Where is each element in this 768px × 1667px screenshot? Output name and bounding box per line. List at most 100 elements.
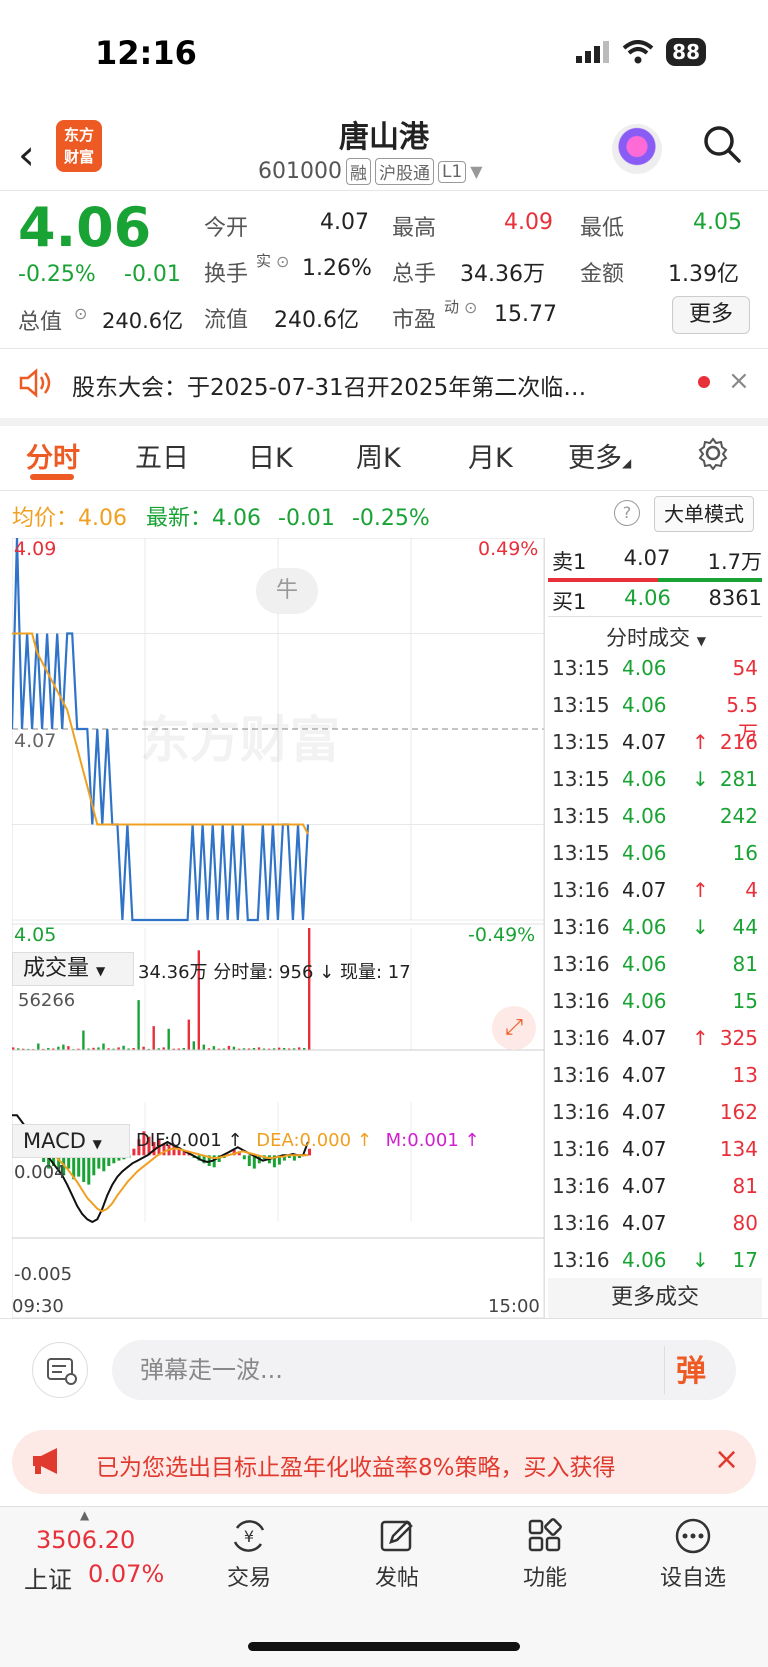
info-icon[interactable]: ⊙ xyxy=(276,252,289,271)
yen-exchange-icon: ¥ xyxy=(233,1520,265,1552)
volume-bar xyxy=(62,1044,65,1050)
trade-row: 13:16 4.07 81 xyxy=(552,1174,758,1198)
status-icons: 88 xyxy=(576,38,706,66)
pct-axis-top: 0.49% xyxy=(478,538,539,560)
latest-change: -0.01 xyxy=(278,506,335,531)
macd-axis-min: -0.005 xyxy=(14,1264,73,1285)
m-value: M:0.001 xyxy=(385,1130,459,1151)
trade-time: 13:15 xyxy=(552,730,610,754)
close-icon[interactable]: × xyxy=(728,366,750,396)
volume-bar xyxy=(122,1045,125,1050)
nav-functions[interactable]: 功能 xyxy=(500,1516,590,1592)
index-value[interactable]: 3506.20 xyxy=(36,1526,135,1554)
trade-row: 13:15 4.06 54 xyxy=(552,656,758,680)
promo-text[interactable]: 已为您选出目标止盈年化收益率8%策略，买入获得 xyxy=(96,1448,616,1482)
nav-watchlist[interactable]: 设自选 xyxy=(648,1516,738,1592)
bull-tag[interactable]: 牛 xyxy=(256,568,318,614)
current-volume-label: 现量: 17 xyxy=(339,962,411,983)
trade-time: 13:16 xyxy=(552,952,610,976)
amount-value: 1.39亿 xyxy=(668,262,739,287)
dif-value: DIF:0.001 xyxy=(136,1130,222,1151)
trade-time: 13:16 xyxy=(552,989,610,1013)
dea-value: DEA:0.000 xyxy=(256,1130,352,1151)
danmaku-settings-icon[interactable] xyxy=(32,1342,88,1398)
trade-volume: 162 xyxy=(719,1100,758,1124)
tab-daily-k[interactable]: 日K xyxy=(248,436,293,475)
info-icon[interactable]: ⊙ xyxy=(464,298,477,317)
trade-volume: 4 xyxy=(745,878,758,902)
info-icon[interactable]: ⊙ xyxy=(74,304,87,323)
amount-label: 金额 xyxy=(580,262,625,287)
trade-direction-empty xyxy=(692,1174,708,1198)
tab-monthly-k[interactable]: 月K xyxy=(468,436,513,475)
sell1-row: 卖1 4.07 1.7万 xyxy=(552,546,762,576)
trade-direction-empty xyxy=(692,1137,708,1161)
latest-label: 最新： xyxy=(146,506,213,531)
tag-level: L1 xyxy=(437,160,467,183)
status-time: 12:16 xyxy=(95,34,197,72)
danmaku-send-button[interactable]: 弹 xyxy=(676,1346,706,1390)
trade-time: 13:16 xyxy=(552,1137,610,1161)
close-icon[interactable]: × xyxy=(714,1442,739,1477)
trade-price: 4.06 xyxy=(622,767,667,791)
divider xyxy=(548,616,762,617)
mcap-label: 总值 xyxy=(18,310,63,335)
trade-volume: 80 xyxy=(732,1211,758,1235)
volume-dropdown-label: 成交量 xyxy=(23,956,90,981)
caret-up-icon: ▲ xyxy=(80,1508,90,1522)
index-pct[interactable]: 0.07% xyxy=(88,1560,164,1588)
stock-code-row[interactable]: 601000 融 沪股通 L1 ▼ xyxy=(258,158,483,185)
trade-direction-empty xyxy=(692,656,708,680)
time-axis-start: 09:30 xyxy=(12,1296,64,1317)
more-button[interactable]: 更多 xyxy=(672,296,750,334)
trade-volume: 81 xyxy=(732,952,758,976)
trades-title-label: 分时成交 xyxy=(606,626,690,650)
trade-price: 4.07 xyxy=(622,878,667,902)
more-trades-button[interactable]: 更多成交 xyxy=(548,1278,762,1318)
divider xyxy=(544,538,545,1318)
help-icon[interactable]: ? xyxy=(614,500,640,526)
tab-more[interactable]: 更多◢ xyxy=(568,436,631,475)
notice-text[interactable]: 股东大会：于2025-07-31召开2025年第二次临… xyxy=(72,368,586,402)
trade-direction-icon: ↓ xyxy=(692,1248,709,1272)
trade-price: 4.07 xyxy=(622,1137,667,1161)
edit-icon xyxy=(380,1520,413,1552)
trade-price: 4.06 xyxy=(622,989,667,1013)
trade-price: 4.07 xyxy=(622,1026,667,1050)
gear-icon[interactable] xyxy=(696,436,730,470)
volume-bar xyxy=(192,1041,195,1050)
volume-info: 34.36万 分时量: 956 ↓ 现量: 17 xyxy=(138,962,411,983)
macd-bar xyxy=(82,1155,86,1182)
tab-five-day[interactable]: 五日 xyxy=(135,436,189,475)
trade-time: 13:16 xyxy=(552,878,610,902)
speaker-icon xyxy=(19,368,51,398)
danmaku-input[interactable]: 弹幕走一波... xyxy=(112,1340,736,1400)
divider xyxy=(0,190,768,191)
assistant-robot-icon[interactable] xyxy=(612,124,662,174)
volume-dropdown[interactable]: 成交量 ▼ xyxy=(12,952,134,986)
trades-title[interactable]: 分时成交 ▼ xyxy=(606,622,706,652)
big-order-mode-button[interactable]: 大单模式 xyxy=(654,496,754,532)
expand-icon[interactable]: ⤢ xyxy=(492,1006,536,1050)
unread-dot xyxy=(698,376,710,388)
tab-intraday[interactable]: 分时 xyxy=(26,436,80,475)
tab-weekly-k[interactable]: 周K xyxy=(356,436,401,475)
trade-price: 4.07 xyxy=(622,1063,667,1087)
macd-info: DIF:0.001 ↑ DEA:0.000 ↑ M:0.001 ↑ xyxy=(136,1130,480,1151)
trade-volume: 216 xyxy=(719,730,758,754)
macd-dropdown[interactable]: MACD ▼ xyxy=(12,1124,130,1158)
trade-time: 13:15 xyxy=(552,767,610,791)
trade-volume: 134 xyxy=(719,1137,758,1161)
buy-bar xyxy=(658,578,762,582)
trade-price: 4.06 xyxy=(622,952,667,976)
buy1-volume: 8361 xyxy=(708,586,762,610)
nav-trade[interactable]: ¥ 交易 xyxy=(204,1516,294,1592)
low-label: 最低 xyxy=(580,216,625,241)
index-name[interactable]: 上证 xyxy=(24,1560,72,1595)
trade-volume: 242 xyxy=(719,804,758,828)
search-icon[interactable] xyxy=(702,124,742,164)
trade-volume: 325 xyxy=(719,1026,758,1050)
turnover-value: 1.26% xyxy=(302,256,372,281)
nav-post[interactable]: 发帖 xyxy=(352,1516,442,1592)
chart-area[interactable] xyxy=(12,538,544,1318)
